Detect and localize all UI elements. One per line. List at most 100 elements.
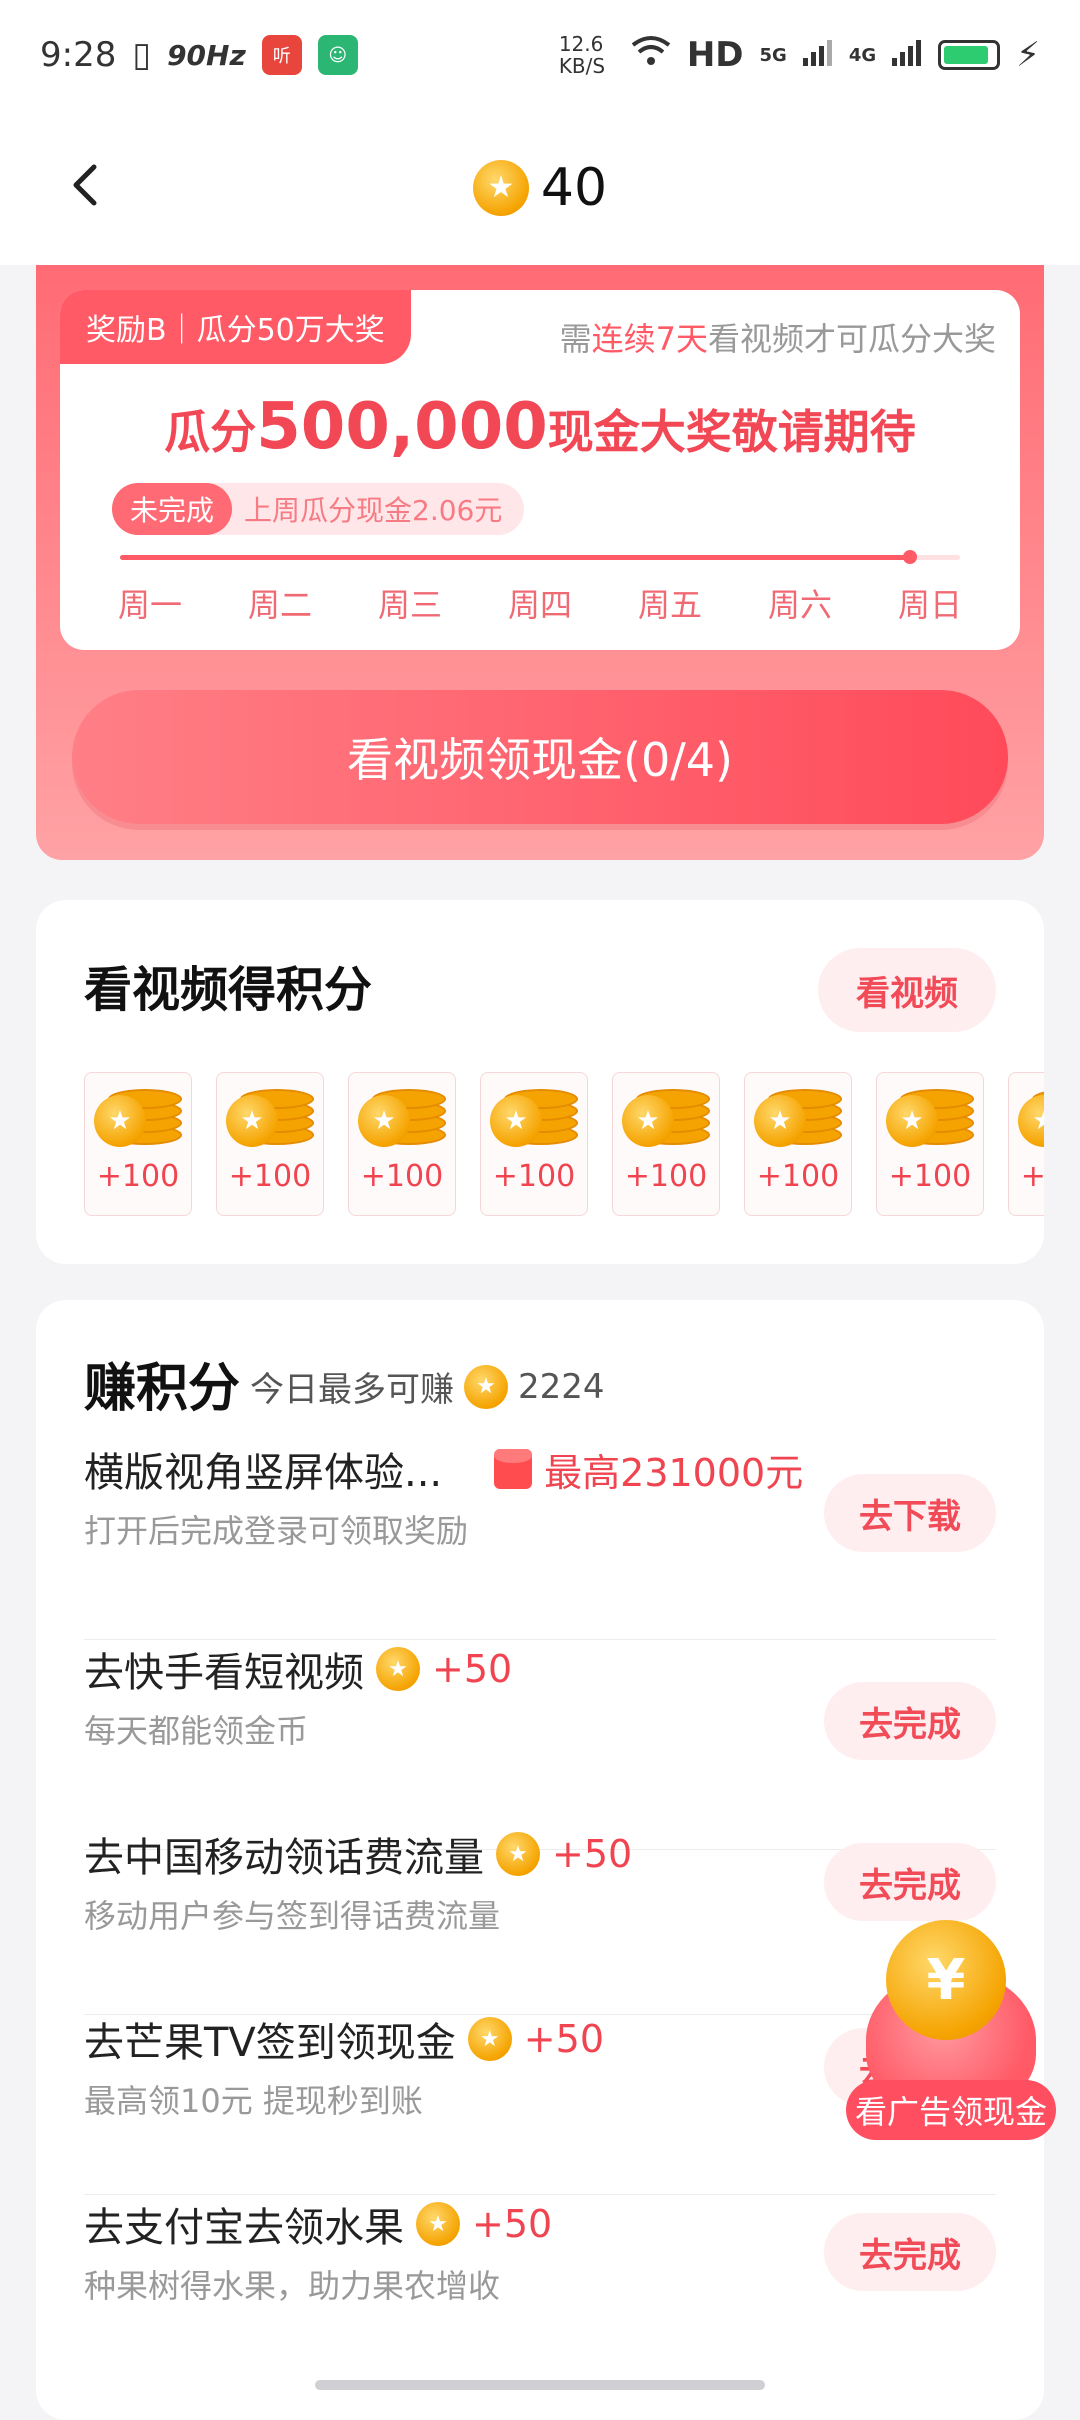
net-speed: 12.6 KB/S [558, 32, 606, 78]
task-desc: 打开后完成登录可领取奖励 [84, 1512, 469, 1550]
status-time: 9:28 [40, 35, 117, 75]
watch-video-cash-button[interactable]: 看视频领现金(0/4) [72, 690, 1008, 824]
reward-tile: ★ +100 [216, 1072, 324, 1216]
weekday-label: 周五 [637, 586, 702, 624]
title-pre: 瓜分 [164, 405, 257, 459]
task-action-button[interactable]: 去完成 [824, 1843, 996, 1921]
task-action-button[interactable]: 去下载 [824, 1474, 996, 1552]
weekday-row: 周一 周二 周三 周四 周五 周六 周日 [90, 580, 990, 626]
reward-amount: +100 [492, 1159, 576, 1194]
task-name: 横版视角竖屏体验... [84, 1450, 443, 1496]
earn-points-card: 赚积分 今日最多可赚 ★ 2224 横版视角竖屏体验... 最高231000元打开… [36, 1300, 1044, 2420]
task-desc: 最高领10元 提现秒到账 [84, 2082, 423, 2120]
task-reward: +50 [552, 1832, 633, 1876]
hd-indicator: HD [686, 35, 744, 75]
streak-note-post: 看视频才可瓜分大奖 [707, 320, 996, 358]
coin-stack-icon: ★ [1018, 1087, 1044, 1149]
yuan-coin-icon: ¥ [886, 1920, 1006, 2040]
coin-stack-icon: ★ [622, 1087, 710, 1149]
weekday-label: 周日 [897, 586, 962, 624]
coin-icon: ★ [464, 1364, 508, 1409]
cash-banner: 奖励B｜瓜分50万大奖 需连续7天看视频才可瓜分大奖 瓜分500,000现金大奖… [36, 265, 1044, 860]
earn-points-subtitle: 今日最多可赚 ★ 2224 [250, 1362, 605, 1411]
red-envelope-icon [494, 1449, 533, 1489]
reward-tile: ★ +100 [84, 1072, 192, 1216]
task-row: 横版视角竖屏体验... 最高231000元打开后完成登录可领取奖励 去下载 [84, 1440, 996, 1640]
weekday-label: 周三 [377, 586, 442, 624]
task-name-row: 去支付宝去领水果 ★ +50 [84, 2195, 552, 2253]
points-value: 40 [540, 157, 608, 218]
coin-stack-icon: ★ [94, 1087, 182, 1149]
charging-icon: ⚡ [1016, 35, 1040, 75]
network-5g: 5G [759, 44, 787, 66]
title-amount: 500,000 [256, 390, 548, 464]
coin-symbol: ¥ [926, 1947, 966, 2013]
task-row: 去支付宝去领水果 ★ +50 种果树得水果，助力果农增收 去完成 [84, 2195, 996, 2385]
reward-amount: +100 [624, 1159, 708, 1194]
video-points-card: 看视频得积分 看视频 ★ +100 ★ +100 ★ +100 ★ +100 ★ +100 ★ +10… [36, 900, 1044, 1264]
weekday-label: 周四 [507, 586, 572, 624]
task-name: 去中国移动领话费流量 [84, 1835, 484, 1881]
coin-icon: ★ [416, 2202, 460, 2246]
status-badge: 未完成 [112, 483, 233, 535]
robot-app-icon: ☺ [317, 35, 358, 75]
watch-video-button[interactable]: 看视频 [818, 948, 996, 1032]
coin-icon: ★ [376, 1647, 420, 1691]
vibrate-icon: ▯ [132, 35, 152, 75]
reward-tile: ★ +100 [612, 1072, 720, 1216]
reward-amount: +100 [96, 1159, 180, 1194]
title-post: 现金大奖敬请期待 [547, 405, 916, 459]
task-desc: 每天都能领金币 [84, 1712, 309, 1750]
task-action-button[interactable]: 去完成 [824, 1682, 996, 1760]
earn-subtitle-text: 今日最多可赚 [250, 1370, 454, 1410]
back-button[interactable] [55, 155, 115, 215]
task-reward: +50 [472, 2202, 553, 2246]
reward-tile: ★ +100 [1008, 1072, 1044, 1216]
task-desc: 移动用户参与签到得话费流量 [84, 1897, 501, 1935]
coin-stack-icon: ★ [490, 1087, 578, 1149]
signal-icon-2 [892, 35, 922, 75]
task-name: 去快手看短视频 [84, 1650, 364, 1696]
streak-note-highlight: 连续7天 [591, 320, 708, 358]
reward-tile: ★ +100 [480, 1072, 588, 1216]
earn-points-title: 赚积分 [84, 1359, 241, 1419]
task-name-row: 去芒果TV签到领现金 ★ +50 [84, 2010, 604, 2068]
network-4g: 4G [848, 44, 877, 66]
home-indicator[interactable] [315, 2380, 765, 2390]
floating-ad[interactable]: ¥ 看广告领现金 [846, 1920, 1056, 2140]
task-row: 去快手看短视频 ★ +50 每天都能领金币 去完成 [84, 1640, 996, 1850]
status-bar: 9:28 ▯ 90Hz 听 ☺ 12.6 KB/S HD 5G 4G ⚡ [0, 0, 1080, 110]
ting-app-icon: 听 [261, 35, 302, 75]
banner-card: 奖励B｜瓜分50万大奖 需连续7天看视频才可瓜分大奖 瓜分500,000现金大奖… [60, 290, 1020, 650]
streak-note-pre: 需 [559, 320, 592, 358]
reward-amount: +100 [228, 1159, 312, 1194]
task-name-row: 去中国移动领话费流量 ★ +50 [84, 1825, 632, 1883]
coin-icon: ★ [496, 1832, 540, 1876]
reward-amount: +100 [360, 1159, 444, 1194]
week-progress [120, 550, 960, 564]
task-name-row: 横版视角竖屏体验... 最高231000元 [84, 1440, 803, 1498]
reward-amount: +100 [888, 1159, 972, 1194]
refresh-rate: 90Hz [167, 38, 246, 72]
task-max-prize: 最高231000元 [544, 1450, 804, 1495]
week-progress-fill [120, 555, 910, 560]
reward-amount: +100 [756, 1159, 840, 1194]
points-display: ★ 40 [472, 157, 608, 218]
task-reward: +50 [432, 1647, 513, 1691]
status-pill: 未完成 上周瓜分现金2.06元 [112, 483, 525, 535]
task-desc: 种果树得水果，助力果农增收 [84, 2267, 501, 2305]
reward-amount: +100 [1020, 1159, 1044, 1194]
reward-tile: ★ +100 [744, 1072, 852, 1216]
reward-tile: ★ +100 [876, 1072, 984, 1216]
coin-stack-icon: ★ [226, 1087, 314, 1149]
chevron-left-icon [73, 164, 97, 206]
coin-icon: ★ [467, 2017, 512, 2061]
watch-ad-cash-label: 看广告领现金 [846, 2080, 1056, 2140]
coin-stack-icon: ★ [754, 1087, 842, 1149]
coin-stack-icon: ★ [886, 1087, 974, 1149]
task-action-button[interactable]: 去完成 [824, 2213, 996, 2291]
task-name-row: 去快手看短视频 ★ +50 [84, 1640, 512, 1698]
reward-row: ★ +100 ★ +100 ★ +100 ★ +100 ★ +100 ★ +100 ★ +100 ★ +100 [84, 1072, 1044, 1218]
battery-icon [938, 40, 1001, 70]
weekday-label: 周六 [767, 586, 832, 624]
